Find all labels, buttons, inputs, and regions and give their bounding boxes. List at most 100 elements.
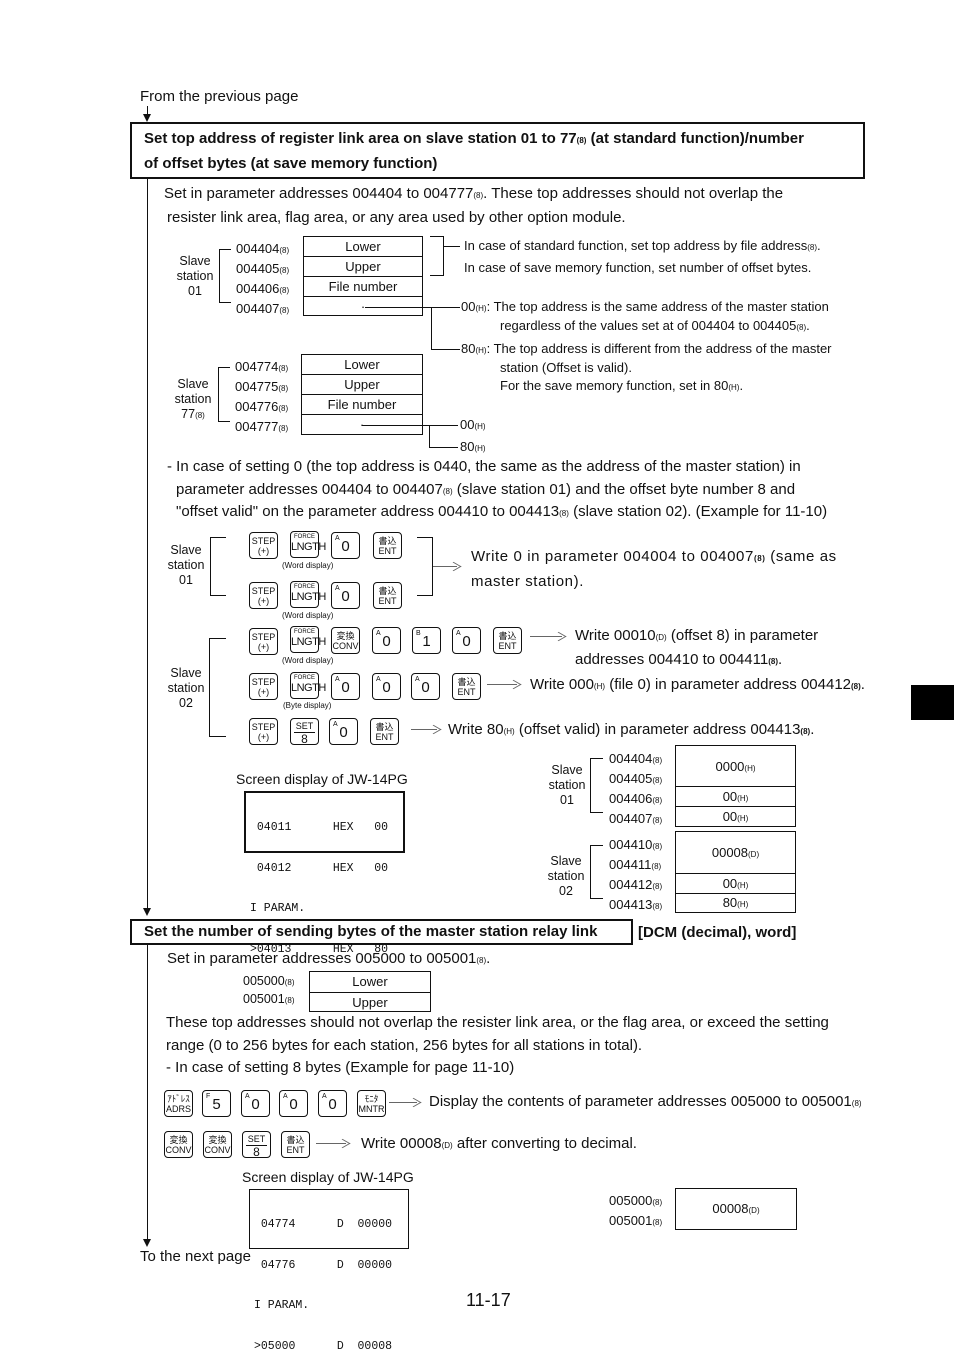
section2-title-box: Set the number of sending bytes of the m… xyxy=(130,919,633,945)
step-key[interactable]: STEP (+) xyxy=(249,718,278,745)
lngth-key[interactable]: FORCE LNGTH xyxy=(290,581,326,608)
register-cell: File number xyxy=(302,395,422,415)
section1-title: Set top address of register link area on… xyxy=(144,130,804,172)
conv-key[interactable]: 変換 CONV xyxy=(331,627,360,654)
step-key[interactable]: STEP (+) xyxy=(249,532,278,559)
unit-sub: (H) xyxy=(475,346,487,355)
zero-key[interactable]: A0 xyxy=(279,1090,308,1117)
zero-key[interactable]: A0 xyxy=(241,1090,270,1117)
address-item: 005000(8) xyxy=(243,973,295,991)
step-key[interactable]: STEP (+) xyxy=(249,673,278,700)
address: 004406 xyxy=(609,791,653,806)
address: 004411 xyxy=(609,857,652,872)
address: 004407 xyxy=(609,811,653,826)
key-label: 書込 xyxy=(375,722,394,732)
adrs-key[interactable]: ｱﾄﾞﾚｽ ADRS xyxy=(164,1090,193,1117)
label-line: 01 xyxy=(188,284,202,298)
five-key[interactable]: F5 xyxy=(202,1090,231,1117)
zero-key[interactable]: A0 xyxy=(331,532,360,559)
key-label: 0 xyxy=(251,1096,260,1113)
ent-key[interactable]: 書込 ENT xyxy=(281,1131,310,1158)
intro-text: Set in parameter addresses 004404 to 004… xyxy=(164,185,474,202)
unit-sub: (8) xyxy=(279,266,290,275)
address-item: 004776(8) xyxy=(235,398,288,418)
zero-key[interactable]: A0 xyxy=(411,673,440,700)
address: 004407 xyxy=(236,301,280,316)
down-arrow-icon xyxy=(143,908,151,916)
unit-sub: (8) xyxy=(652,842,663,851)
key-label: LNGTH xyxy=(291,682,326,694)
lngth-key[interactable]: FORCE LNGTH xyxy=(290,531,326,558)
ent-key[interactable]: 書込 ENT xyxy=(373,582,402,609)
step-key[interactable]: STEP (+) xyxy=(249,628,278,655)
lngth-key[interactable]: FORCE LNGTH xyxy=(290,672,326,699)
note-text: . xyxy=(817,238,821,253)
key-label: ENT xyxy=(457,687,476,697)
register-cell: Upper xyxy=(304,257,422,277)
example-text: (slave station 01) and the offset byte n… xyxy=(452,481,796,498)
address-item: 004405(8) xyxy=(236,260,289,280)
value-cell: 80(H) xyxy=(676,894,795,912)
set-key[interactable]: SET 8 xyxy=(242,1131,271,1158)
one-key[interactable]: B1 xyxy=(412,627,441,654)
result-text: (same as xyxy=(765,548,837,565)
conv-key[interactable]: 変換 CONV xyxy=(203,1131,232,1158)
address: 004777 xyxy=(235,419,279,434)
ent-key[interactable]: 書込 ENT xyxy=(370,718,399,745)
register-cell: Lower xyxy=(302,355,422,375)
value: 00008 xyxy=(712,1201,749,1216)
byte-display-caption: (Byte display) xyxy=(283,701,332,710)
result-station01-addresses: 004404(8) 004405(8) 004406(8) 004407(8) xyxy=(609,750,662,830)
option-00-description-line2: regardless of the values set at of 00440… xyxy=(500,317,810,336)
zero-key[interactable]: A0 xyxy=(372,627,401,654)
zero-key[interactable]: A0 xyxy=(331,582,360,609)
unit-sub: (H) xyxy=(737,814,749,823)
zero-key[interactable]: A0 xyxy=(372,673,401,700)
unit-sub: (H) xyxy=(593,682,606,691)
unit-sub: (8) xyxy=(851,1099,862,1108)
label-line: 77(8) xyxy=(170,407,216,423)
right-arrow-icon xyxy=(411,724,442,735)
example-line2: parameter addresses 004404 to 004407(8) … xyxy=(176,479,795,503)
conv-key[interactable]: 変換 CONV xyxy=(164,1131,193,1158)
result-text: master station). xyxy=(471,573,584,590)
ent-key[interactable]: 書込 ENT xyxy=(493,627,522,654)
unit-sub: (8) xyxy=(559,509,569,518)
unit-sub: (8) xyxy=(652,902,663,911)
zero-key[interactable]: A0 xyxy=(329,718,358,745)
key-label: LNGTH xyxy=(291,541,326,553)
key-label: FORCE xyxy=(294,675,315,681)
register-cell: Lower xyxy=(310,972,430,993)
key-label: FORCE xyxy=(294,629,315,635)
result-text: (offset 8) in parameter xyxy=(666,627,819,644)
set-key[interactable]: SET 8 xyxy=(290,718,319,745)
zero-key[interactable]: A0 xyxy=(452,627,481,654)
unit-sub: (8) xyxy=(800,727,811,736)
key-label: LNGTH xyxy=(291,636,326,648)
bracket xyxy=(590,845,603,899)
unit-sub: (8) xyxy=(652,776,663,785)
mntr-key[interactable]: ﾓﾆﾀ MNTR xyxy=(357,1090,386,1117)
zero-key[interactable]: A0 xyxy=(331,673,360,700)
key-label: STEP xyxy=(251,632,276,642)
step-key[interactable]: STEP (+) xyxy=(249,582,278,609)
label-line: Slave xyxy=(550,854,582,868)
result2-text: Write 00010(D) (offset 8) in parameter ad… xyxy=(575,625,875,673)
result-slave-station-01-label: Slave station 01 xyxy=(544,763,590,808)
ent-key[interactable]: 書込 ENT xyxy=(373,532,402,559)
ent-key[interactable]: 書込 ENT xyxy=(452,673,481,700)
result-station01-values: 0000(H) 00(H) 00(H) xyxy=(675,745,796,827)
key-label: 0 xyxy=(382,679,391,696)
address: 004406 xyxy=(236,281,280,296)
section2-note-line3: - In case of setting 8 bytes (Example fo… xyxy=(166,1059,515,1076)
zero-key[interactable]: A0 xyxy=(318,1090,347,1117)
to-next-page-label: To the next page xyxy=(140,1248,251,1265)
example-line1: - In case of setting 0 (the top address … xyxy=(167,458,801,475)
unit-sub: (8) xyxy=(476,956,487,965)
down-arrow-icon xyxy=(143,114,151,122)
unit-sub: (8) xyxy=(768,657,778,666)
section2-intro: Set in parameter addresses 005000 to 005… xyxy=(167,948,490,972)
code: 00 xyxy=(461,299,476,314)
address: 004774 xyxy=(235,359,279,374)
lngth-key[interactable]: FORCE LNGTH xyxy=(290,626,326,653)
